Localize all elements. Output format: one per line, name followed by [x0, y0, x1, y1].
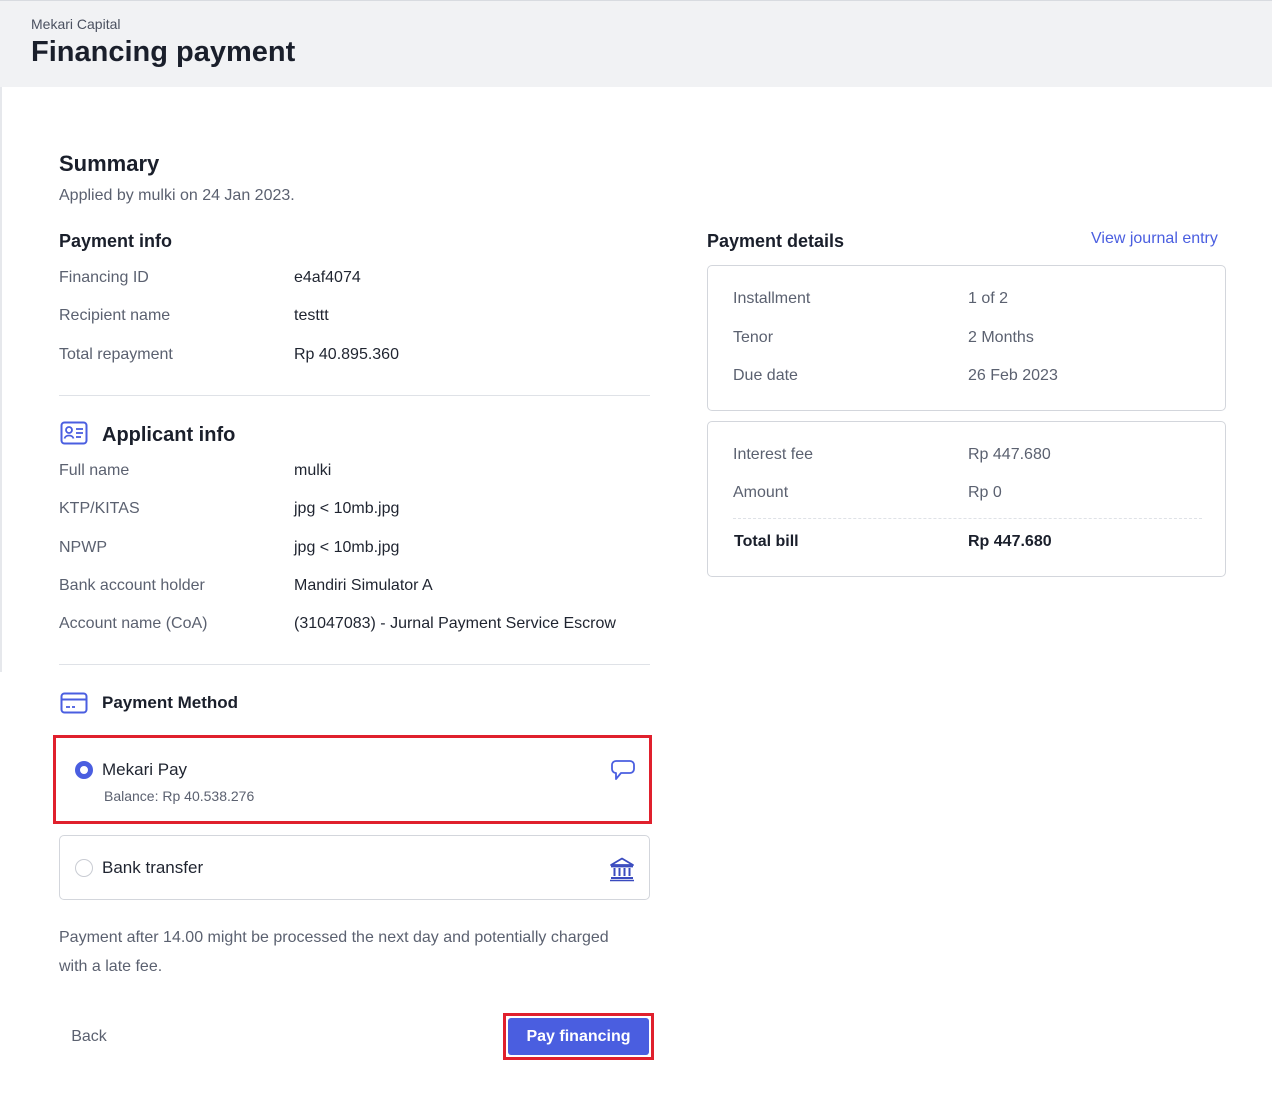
payment-option-mekari-pay[interactable]: Mekari Pay Balance: Rp 40.538.276	[53, 735, 652, 824]
pay-highlight: Pay financing	[503, 1013, 654, 1060]
credit-card-icon	[60, 691, 88, 715]
bank-holder-label: Bank account holder	[59, 577, 205, 594]
tenor-value: 2 Months	[968, 329, 1034, 346]
due-date-label: Due date	[733, 367, 798, 384]
bank-transfer-label: Bank transfer	[102, 858, 204, 877]
tenor-label: Tenor	[733, 329, 774, 346]
recipient-name-label: Recipient name	[59, 307, 171, 324]
ktp-value: jpg < 10mb.jpg	[294, 500, 400, 517]
applicant-info-title: Applicant info	[102, 424, 236, 446]
mekari-pay-label: Mekari Pay	[102, 760, 188, 779]
back-button[interactable]: Back	[59, 1018, 119, 1056]
account-name-label: Account name (CoA)	[59, 615, 208, 632]
section-divider	[59, 664, 650, 665]
pay-financing-button[interactable]: Pay financing	[508, 1018, 649, 1055]
npwp-label: NPWP	[59, 539, 107, 556]
bill-card: Interest fee Rp 447.680 Amount Rp 0 Tota…	[707, 421, 1226, 577]
interest-fee-label: Interest fee	[733, 446, 814, 463]
installment-label: Installment	[733, 290, 811, 307]
bank-transfer-radio[interactable]	[75, 859, 93, 877]
applied-text: Applied by mulki on 24 Jan 2023.	[59, 187, 295, 204]
amount-label: Amount	[733, 484, 789, 501]
mekari-pay-icon	[610, 758, 636, 782]
due-date-value: 26 Feb 2023	[968, 367, 1058, 384]
left-border	[0, 87, 2, 672]
total-bill-value: Rp 447.680	[968, 533, 1052, 550]
id-card-icon	[60, 421, 88, 445]
full-name-value: mulki	[294, 462, 332, 479]
amount-value: Rp 0	[968, 484, 1002, 501]
npwp-value: jpg < 10mb.jpg	[294, 539, 400, 556]
ktp-label: KTP/KITAS	[59, 500, 140, 517]
financing-id-label: Financing ID	[59, 269, 149, 286]
payment-details-title: Payment details	[707, 231, 845, 251]
mekari-pay-balance: Balance: Rp 40.538.276	[104, 788, 255, 804]
section-divider	[59, 395, 650, 396]
payment-method-title: Payment Method	[102, 693, 239, 712]
view-journal-entry-link[interactable]: View journal entry	[1091, 230, 1218, 248]
interest-fee-value: Rp 447.680	[968, 446, 1051, 463]
schedule-card: Installment 1 of 2 Tenor 2 Months Due da…	[707, 265, 1226, 411]
installment-value: 1 of 2	[968, 290, 1009, 307]
total-divider	[733, 518, 1202, 519]
financing-id-value: e4af4074	[294, 269, 361, 286]
mekari-pay-radio[interactable]	[75, 761, 93, 779]
payment-info-title: Payment info	[59, 231, 173, 251]
total-bill-label: Total bill	[734, 533, 799, 550]
total-repayment-label: Total repayment	[59, 346, 173, 363]
payment-option-bank-transfer[interactable]: Bank transfer	[59, 835, 650, 900]
full-name-label: Full name	[59, 462, 130, 479]
breadcrumb[interactable]: Mekari Capital	[31, 16, 120, 32]
recipient-name-value: testtt	[294, 307, 329, 324]
bank-icon	[609, 856, 635, 882]
bank-holder-value: Mandiri Simulator A	[294, 577, 433, 594]
account-name-value: (31047083) - Jurnal Payment Service Escr…	[294, 615, 616, 632]
summary-title: Summary	[59, 151, 160, 176]
late-fee-note: Payment after 14.00 might be processed t…	[59, 929, 609, 975]
page-title: Financing payment	[31, 36, 296, 68]
total-repayment-value: Rp 40.895.360	[294, 346, 399, 363]
page-header: Mekari Capital Financing payment	[0, 0, 1272, 87]
